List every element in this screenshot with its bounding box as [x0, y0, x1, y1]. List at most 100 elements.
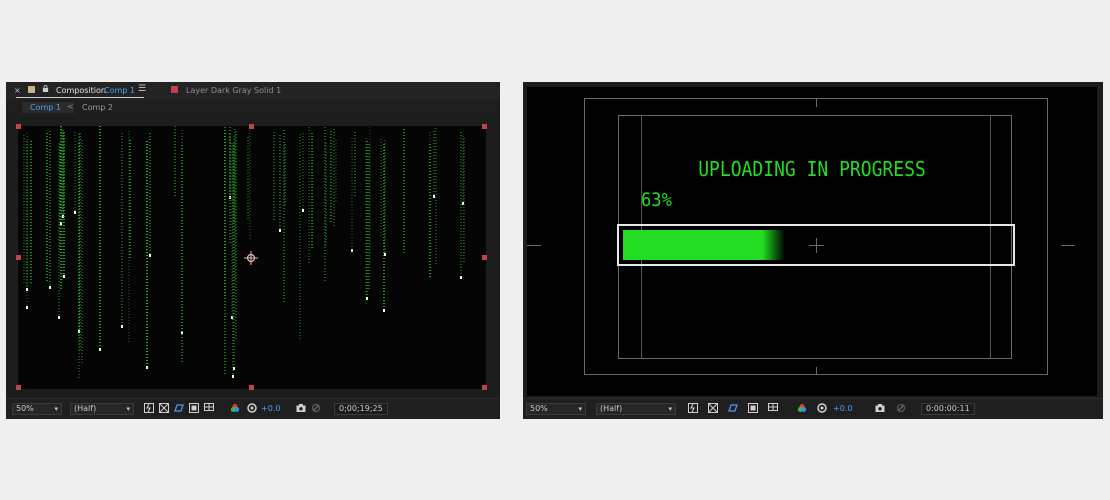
- composition-viewer-right[interactable]: UPLOADING IN PROGRESS 63%: [527, 87, 1097, 396]
- lock-icon[interactable]: [42, 85, 49, 92]
- digital-rain-head: [99, 348, 101, 351]
- transparency-grid-icon[interactable]: [159, 403, 169, 413]
- mask-path-visibility-icon[interactable]: [174, 403, 184, 413]
- digital-rain-column: [74, 132, 76, 211]
- exposure-value[interactable]: +0.0: [261, 404, 280, 413]
- digital-rain-column: [23, 135, 25, 283]
- progress-bar-frame: [617, 224, 1015, 266]
- digital-rain-head: [146, 366, 148, 369]
- digital-rain-column: [325, 143, 327, 247]
- zoom-dropdown[interactable]: 50% ▾: [526, 403, 586, 415]
- digital-rain-column: [308, 127, 310, 264]
- current-time-display[interactable]: 0:00:00:11: [921, 403, 975, 415]
- chevron-down-icon: ▾: [578, 405, 582, 413]
- digital-rain-column: [99, 126, 101, 348]
- digital-rain-column: [369, 127, 371, 263]
- zoom-value: 50%: [16, 404, 34, 413]
- digital-rain-column: [351, 138, 353, 249]
- digital-rain-column: [299, 134, 301, 340]
- digital-rain-column: [284, 144, 286, 207]
- digital-rain-column: [81, 140, 83, 364]
- digital-rain-column: [121, 133, 123, 325]
- layer-handle-bottom-left[interactable]: [16, 385, 21, 390]
- label-color-swatch[interactable]: [28, 86, 35, 93]
- mask-path-visibility-icon[interactable]: [728, 403, 738, 413]
- digital-rain-column: [435, 128, 437, 266]
- layer-handle-top-right[interactable]: [482, 124, 487, 129]
- digital-rain-column: [463, 138, 465, 262]
- transparency-grid-icon[interactable]: [708, 403, 718, 413]
- grid-guides-icon[interactable]: [204, 403, 214, 413]
- camera-snapshot-icon[interactable]: [296, 403, 306, 413]
- composition-panel-right: UPLOADING IN PROGRESS 63% 50% ▾ (Half) ▾ +…: [523, 82, 1103, 419]
- composition-panel-left: × Composition Comp 1 ☰ Layer Dark Gray S…: [6, 82, 500, 419]
- upload-title-text: UPLOADING IN PROGRESS: [698, 157, 926, 181]
- tab-label: Comp 1: [30, 103, 61, 112]
- digital-rain-head: [232, 375, 234, 378]
- composition-viewer[interactable]: [16, 124, 487, 390]
- resolution-value: (Half): [600, 404, 623, 413]
- digital-rain-head: [74, 211, 76, 214]
- anchor-point-icon[interactable]: [244, 251, 258, 265]
- digital-rain-column: [49, 131, 51, 286]
- digital-rain-column: [26, 141, 28, 288]
- digital-rain-column: [330, 131, 332, 223]
- digital-rain-column: [311, 133, 313, 250]
- exposure-icon[interactable]: [817, 403, 827, 413]
- digital-rain-head: [383, 309, 385, 312]
- digital-rain-head: [279, 229, 281, 232]
- current-time-display[interactable]: 0;00;19;25: [334, 403, 388, 415]
- digital-rain-head: [26, 288, 28, 291]
- digital-rain-head: [58, 316, 60, 319]
- progress-bar-fill: [623, 230, 785, 260]
- exposure-value[interactable]: +0.0: [833, 404, 852, 413]
- digital-rain-column: [335, 140, 337, 202]
- resolution-value: (Half): [74, 404, 97, 413]
- active-panel-underline: [16, 97, 144, 98]
- digital-rain-head: [63, 275, 65, 278]
- region-of-interest-icon[interactable]: [748, 403, 758, 413]
- show-snapshot-icon[interactable]: [896, 403, 906, 413]
- close-icon[interactable]: ×: [14, 86, 21, 95]
- fast-previews-icon[interactable]: [144, 403, 154, 413]
- show-channel-icon[interactable]: [230, 403, 240, 413]
- zoom-dropdown[interactable]: 50% ▾: [12, 403, 62, 415]
- composition-label[interactable]: Composition: [56, 86, 106, 95]
- chevron-down-icon: ▾: [54, 405, 58, 413]
- viewer-footer-right: 50% ▾ (Half) ▾ +0.0 0:00:00:11: [523, 398, 1103, 419]
- digital-rain-head: [302, 209, 304, 212]
- layer-handle-top-left[interactable]: [16, 124, 21, 129]
- fast-previews-icon[interactable]: [688, 403, 698, 413]
- digital-rain-column: [380, 139, 382, 237]
- region-of-interest-icon[interactable]: [189, 403, 199, 413]
- viewer-footer-left: 50% ▾ (Half) ▾ +0.0 0;00;19;25: [6, 398, 500, 419]
- digital-rain-column: [149, 133, 151, 254]
- digital-rain-column: [233, 143, 235, 223]
- panel-menu-icon[interactable]: ☰: [138, 84, 146, 94]
- digital-rain-column: [63, 133, 65, 208]
- show-channel-icon[interactable]: [797, 403, 807, 413]
- layer-handle-middle-left[interactable]: [16, 255, 21, 260]
- layer-handle-bottom-right[interactable]: [482, 385, 487, 390]
- show-snapshot-icon[interactable]: [311, 403, 321, 413]
- digital-rain-head: [351, 249, 353, 252]
- tab-separator: <: [67, 102, 74, 111]
- layer-handle-middle-right[interactable]: [482, 255, 487, 260]
- resolution-dropdown[interactable]: (Half) ▾: [70, 403, 134, 415]
- digital-rain-head: [49, 286, 51, 289]
- digital-rain-head: [460, 276, 462, 279]
- digital-rain-column: [279, 135, 281, 229]
- digital-rain-column: [129, 140, 131, 258]
- exposure-icon[interactable]: [247, 403, 257, 413]
- digital-rain-column: [354, 132, 356, 197]
- tab-comp-2[interactable]: Comp 2: [82, 103, 113, 112]
- composition-name[interactable]: Comp 1: [104, 86, 135, 95]
- resolution-dropdown[interactable]: (Half) ▾: [596, 403, 676, 415]
- grid-guides-icon[interactable]: [768, 403, 778, 413]
- layer-panel-tab[interactable]: Layer Dark Gray Solid 1: [186, 86, 281, 95]
- camera-snapshot-icon[interactable]: [875, 403, 885, 413]
- digital-rain-column: [46, 133, 48, 283]
- digital-rain-column: [181, 145, 183, 362]
- zoom-value: 50%: [530, 404, 548, 413]
- layer-handle-bottom-center[interactable]: [249, 385, 254, 390]
